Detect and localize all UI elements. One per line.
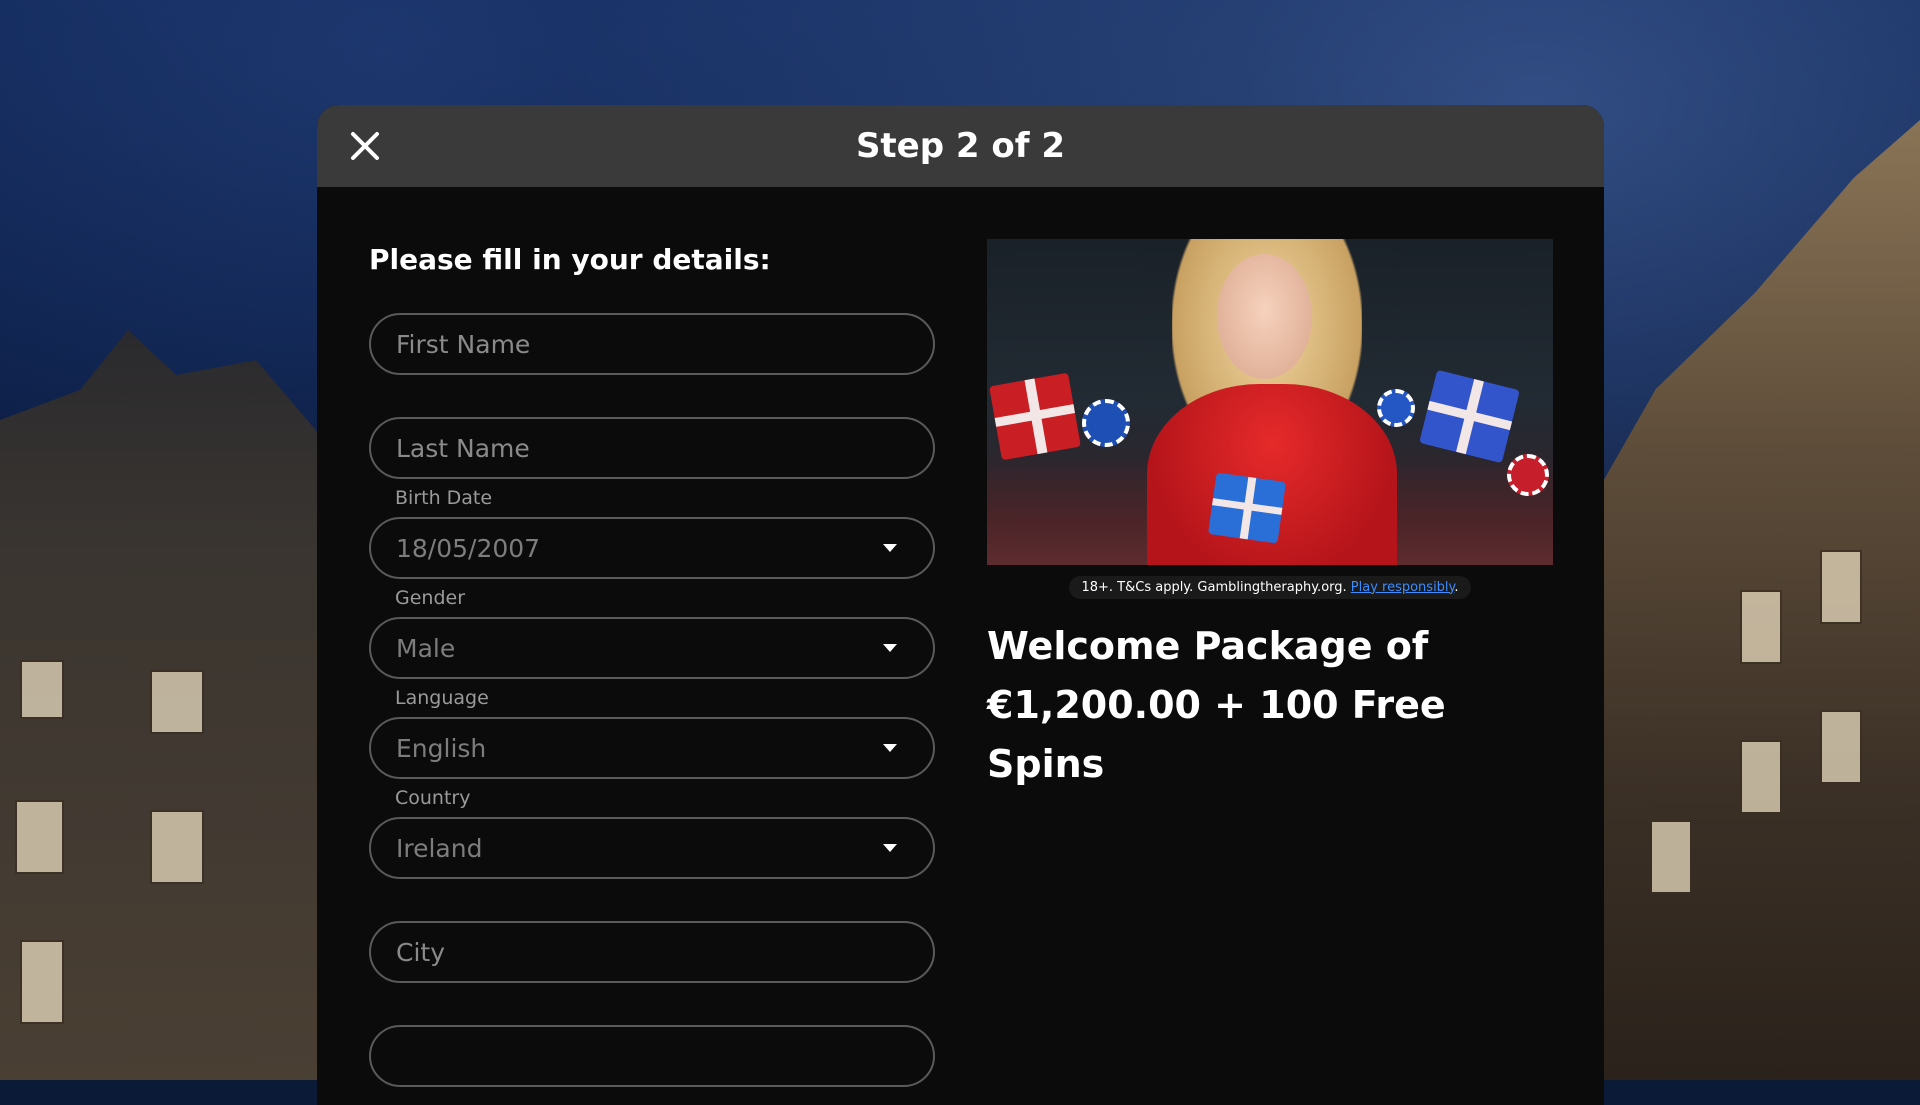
country-value: Ireland: [396, 833, 483, 863]
language-select[interactable]: English: [369, 717, 935, 779]
background-building-left: [0, 330, 320, 1080]
chevron-down-icon: [883, 544, 897, 552]
first-name-field[interactable]: First Name: [369, 313, 935, 375]
promo-panel: 18+. T&Cs apply. Gamblingtheraphy.org. P…: [987, 239, 1553, 794]
step-title: Step 2 of 2: [855, 126, 1066, 166]
gender-label: Gender: [395, 587, 466, 609]
gender-select[interactable]: Male: [369, 617, 935, 679]
gift-icon: [1208, 472, 1286, 544]
city-field[interactable]: City: [369, 921, 935, 983]
last-name-placeholder: Last Name: [396, 433, 530, 463]
last-name-field[interactable]: Last Name: [369, 417, 935, 479]
registration-modal: Step 2 of 2 Please fill in your details:…: [317, 105, 1604, 1105]
language-value: English: [396, 733, 487, 763]
close-icon: [351, 132, 379, 160]
gender-value: Male: [396, 633, 456, 663]
language-label: Language: [395, 687, 489, 709]
modal-header: Step 2 of 2: [317, 105, 1604, 187]
disclaimer-text: 18+. T&Cs apply. Gamblingtheraphy.org.: [1081, 579, 1351, 595]
chevron-down-icon: [883, 744, 897, 752]
play-responsibly-link[interactable]: Play responsibly: [1351, 580, 1455, 595]
birth-date-label: Birth Date: [395, 487, 493, 509]
form-heading: Please fill in your details:: [369, 243, 771, 276]
promo-title-line2: €1,200.00 + 100 Free Spins: [987, 683, 1446, 786]
promo-image: [987, 239, 1553, 565]
chevron-down-icon: [883, 644, 897, 652]
birth-date-select[interactable]: 18/05/2007: [369, 517, 935, 579]
promo-title-line1: Welcome Package of: [987, 624, 1429, 668]
gift-icon: [1419, 369, 1520, 464]
close-button[interactable]: [345, 126, 385, 166]
casino-chip-icon: [1507, 454, 1549, 496]
disclaimer-end: .: [1454, 579, 1459, 595]
promo-title: Welcome Package of €1,200.00 + 100 Free …: [987, 617, 1553, 794]
casino-chip-icon: [1377, 389, 1415, 427]
next-field-partial[interactable]: [369, 1025, 935, 1087]
gift-icon: [989, 372, 1081, 461]
country-label: Country: [395, 787, 471, 809]
first-name-placeholder: First Name: [396, 329, 531, 359]
casino-chip-icon: [1082, 399, 1130, 447]
chevron-down-icon: [883, 844, 897, 852]
birth-date-value: 18/05/2007: [396, 533, 541, 563]
disclaimer: 18+. T&Cs apply. Gamblingtheraphy.org. P…: [1069, 575, 1471, 599]
city-placeholder: City: [396, 937, 445, 967]
details-form: Please fill in your details: First Name …: [369, 243, 935, 1087]
country-select[interactable]: Ireland: [369, 817, 935, 879]
disclaimer-row: 18+. T&Cs apply. Gamblingtheraphy.org. P…: [987, 565, 1553, 609]
